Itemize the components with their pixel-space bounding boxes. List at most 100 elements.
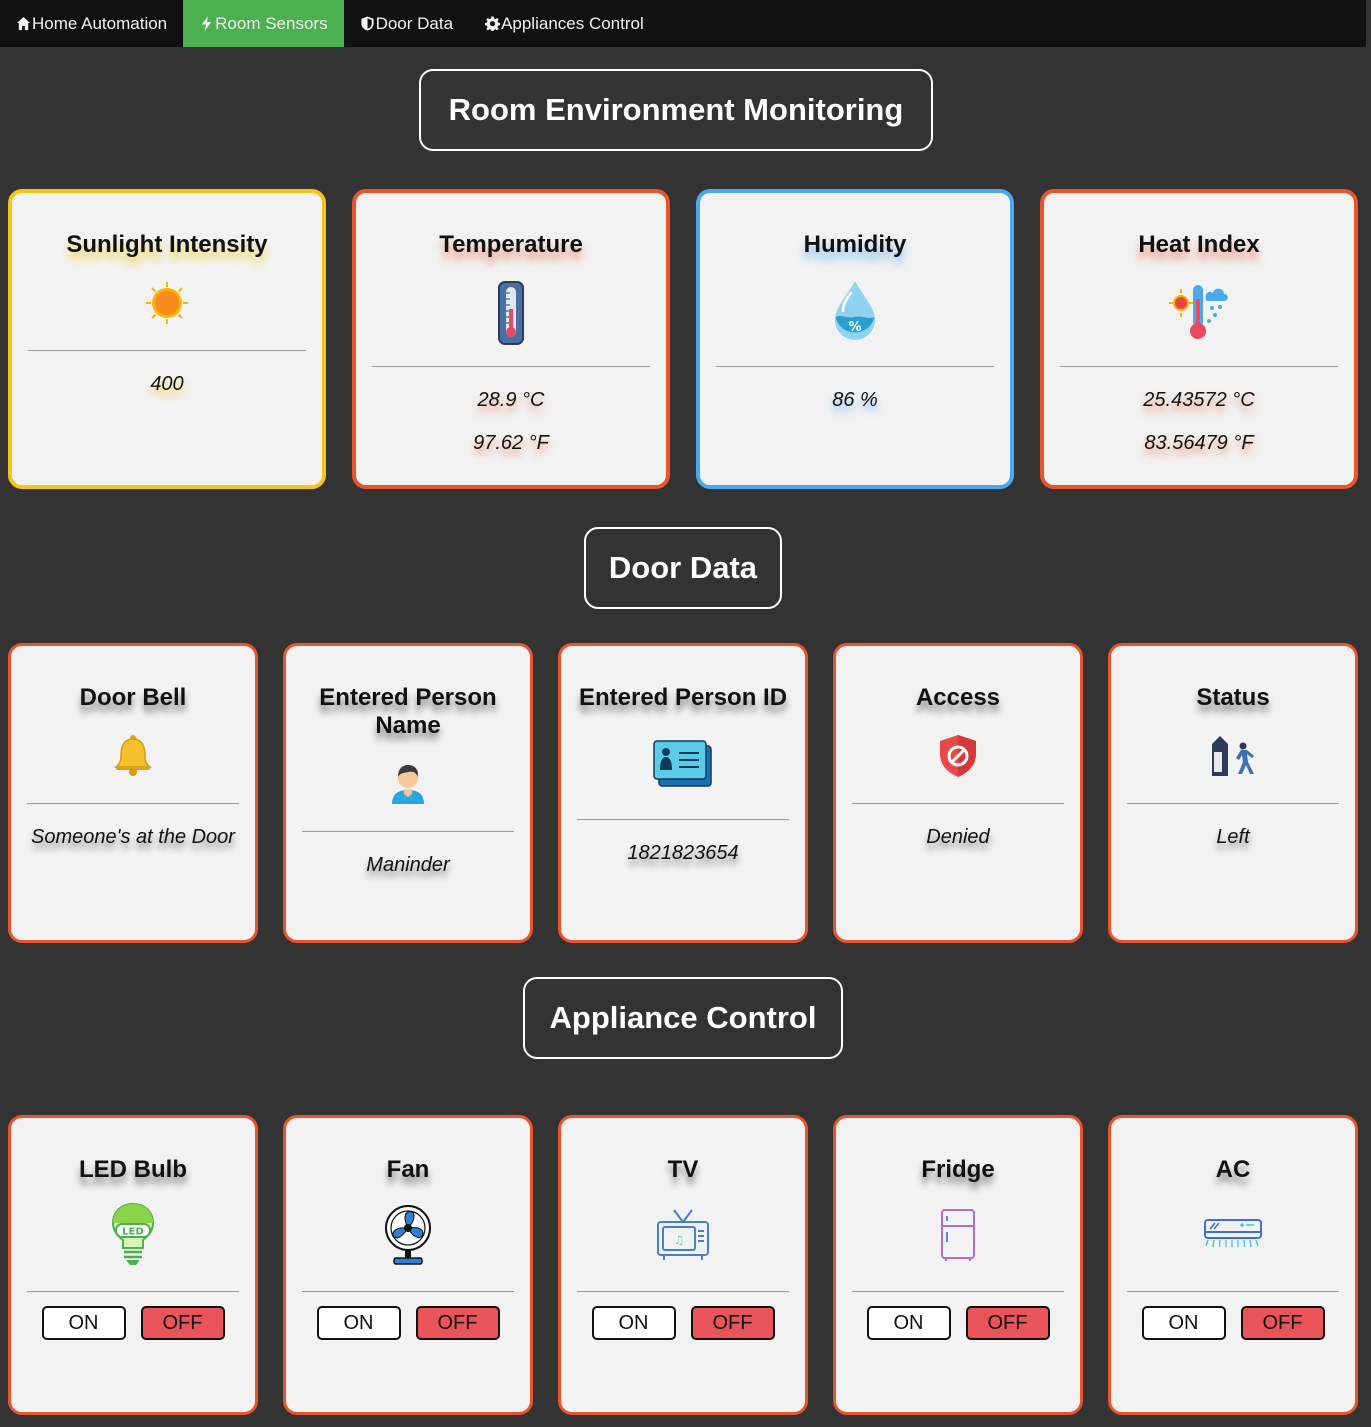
tv-on-button[interactable]: ON [591,1306,676,1340]
person-id-card: Entered Person ID 1821823654 [558,643,808,943]
svg-text:♫: ♫ [674,1233,685,1247]
person-icon [392,765,424,804]
led-bulb-title: LED Bulb [79,1156,187,1183]
fridge-on-button[interactable]: ON [866,1306,951,1340]
door-bell-title: Door Bell [79,684,187,711]
status-card: Status Left [1108,643,1358,943]
person-name-divider [302,831,514,832]
temperature-divider [372,366,650,367]
shield-icon [360,16,374,31]
heat-index-celsius: 25.43572 °C [1143,389,1255,411]
humidity-divider [716,366,994,367]
humidity-title: Humidity [803,231,907,258]
fan-title: Fan [386,1156,430,1183]
home-icon [16,16,31,31]
person-id-value: 1821823654 [627,842,739,864]
fan-off-button[interactable]: OFF [415,1306,500,1340]
heat-index-title: Heat Index [1138,231,1260,258]
door-bell-divider [27,803,239,804]
access-value: Denied [926,826,990,848]
gear-icon [485,16,501,31]
tv-title: TV [667,1156,699,1183]
temperature-card: Temperature 28.9 °C 97.62 °F [352,189,670,489]
status-value: Left [1216,826,1250,848]
nav-home[interactable]: Home Automation [0,0,183,47]
fridge-title: Fridge [921,1156,995,1183]
ac-off-button[interactable]: OFF [1240,1306,1325,1340]
fan-buttons: ON OFF [286,1306,530,1340]
person-id-divider [577,819,789,820]
led-bulb-icon: LED [111,1202,155,1265]
temperature-fahrenheit: 97.62 °F [473,432,549,454]
bell-icon [113,735,153,776]
ac-divider [1127,1291,1339,1292]
door-bell-card: Door Bell Someone's at the Door [8,643,258,943]
tv-icon: ♫ [657,1209,709,1260]
fan-on-button[interactable]: ON [316,1306,401,1340]
ac-on-button[interactable]: ON [1141,1306,1226,1340]
sunlight-title: Sunlight Intensity [66,231,268,258]
led-bulb-on-button[interactable]: ON [41,1306,126,1340]
nav-room-sensors-label: Room Sensors [215,13,328,33]
temperature-celsius: 28.9 °C [477,389,545,411]
tv-off-button[interactable]: OFF [690,1306,775,1340]
humidity-drop-icon: % [835,281,875,340]
led-bulb-card: LED Bulb LED ON OFF [8,1115,258,1415]
nav-door-data[interactable]: Door Data [344,0,469,47]
tv-divider [577,1291,789,1292]
appliance-section-title: Appliance Control [523,977,843,1059]
tv-card: TV ♫ ON OFF [558,1115,808,1415]
person-name-card: Entered Person Name Maninder [283,643,533,943]
ac-title: AC [1215,1156,1251,1183]
bolt-icon [201,16,212,31]
fridge-buttons: ON OFF [836,1306,1080,1340]
heat-index-card: Heat Index 25.43572 °C 83.56479 °F [1040,189,1358,489]
heat-index-fahrenheit: 83.56479 °F [1144,432,1254,454]
nav-room-sensors[interactable]: Room Sensors [183,0,344,47]
person-id-title: Entered Person ID [578,684,788,711]
humidity-card: Humidity % 86 % [696,189,1014,489]
led-bulb-buttons: ON OFF [11,1306,255,1340]
nav-appliances-control[interactable]: Appliances Control [469,0,660,47]
access-title: Access [915,684,1001,711]
door-bell-value: Someone's at the Door [31,826,235,848]
tv-buttons: ON OFF [561,1306,805,1340]
fridge-off-button[interactable]: OFF [965,1306,1050,1340]
air-conditioner-icon [1204,1219,1262,1248]
humidity-value: 86 % [832,389,878,411]
nav-door-data-label: Door Data [375,13,454,33]
led-bulb-off-button[interactable]: OFF [140,1306,225,1340]
person-leaving-door-icon [1212,736,1254,776]
top-navbar: Home Automation Room Sensors Door Data A… [0,0,1366,47]
heat-index-divider [1060,366,1338,367]
status-title: Status [1196,684,1270,711]
fridge-divider [852,1291,1064,1292]
fridge-card: Fridge ON OFF [833,1115,1083,1415]
room-section-title: Room Environment Monitoring [419,69,933,151]
thermometer-icon [498,281,524,345]
svg-text:LED: LED [122,1227,144,1238]
temperature-title: Temperature [439,231,583,258]
fan-card: Fan ON OFF [283,1115,533,1415]
fan-icon [385,1205,431,1265]
nav-home-label: Home Automation [32,13,168,33]
svg-text:%: % [848,320,861,335]
sunlight-value: 400 [150,373,184,395]
person-name-title: Entered Person Name [319,684,497,739]
sunlight-card: Sunlight Intensity 400 [8,189,326,489]
person-name-value: Maninder [366,854,450,876]
access-card: Access Denied [833,643,1083,943]
sunlight-divider [28,350,306,351]
ac-card: AC ON OFF [1108,1115,1358,1415]
access-divider [852,803,1064,804]
status-divider [1127,803,1339,804]
fan-divider [302,1291,514,1292]
access-denied-shield-icon [940,735,976,777]
led-bulb-divider [27,1291,239,1292]
ac-buttons: ON OFF [1111,1306,1355,1340]
nav-appliances-control-label: Appliances Control [501,13,644,33]
heat-index-icon [1169,285,1228,339]
id-card-icon [653,740,712,787]
door-section-title: Door Data [584,527,782,609]
sun-icon [146,282,188,324]
